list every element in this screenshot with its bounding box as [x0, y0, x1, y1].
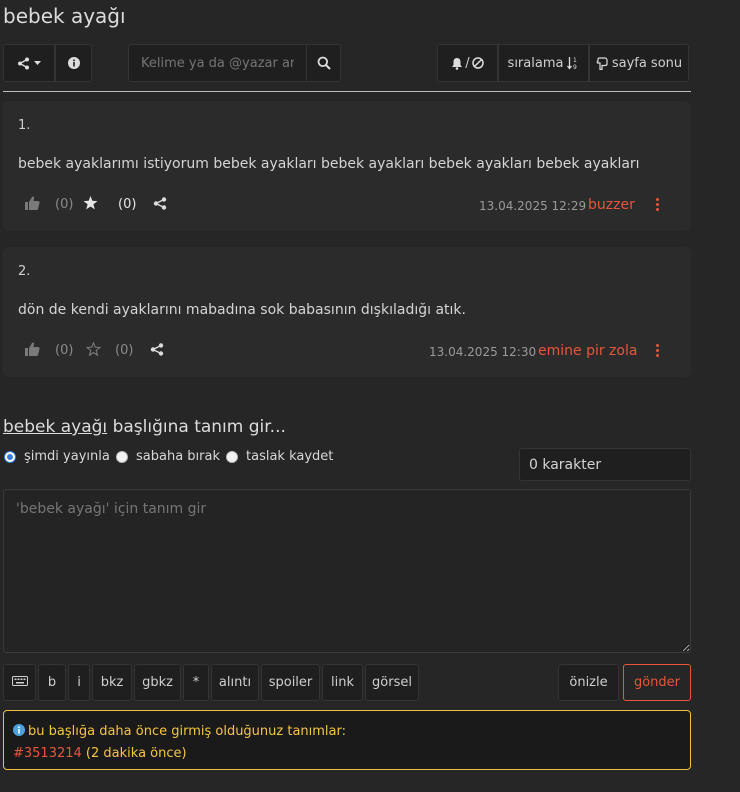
page-end-button[interactable]: sayfa sonu: [589, 44, 689, 82]
quote-button[interactable]: alıntı: [211, 664, 259, 701]
spoiler-button[interactable]: spoiler: [261, 664, 320, 701]
entry-card: 2. dön de kendi ayaklarını mabadına sok …: [3, 247, 691, 377]
upvote-count: (0): [55, 197, 74, 212]
notice-line: bu başlığa daha önce girmiş olduğunuz ta…: [13, 721, 681, 743]
sort-button[interactable]: sıralama 19: [498, 44, 589, 82]
compose-topic-link[interactable]: bebek ayağı: [3, 417, 107, 437]
asterisk-button[interactable]: *: [183, 664, 209, 701]
bold-button[interactable]: b: [38, 664, 66, 701]
share-icon[interactable]: [153, 197, 167, 214]
preview-button[interactable]: önizle: [558, 664, 619, 701]
notify-label: /: [465, 55, 470, 71]
favorite-count[interactable]: (0): [118, 197, 136, 212]
entry-author[interactable]: buzzer: [588, 197, 635, 213]
svg-text:9: 9: [573, 64, 577, 70]
info-icon: [67, 57, 80, 69]
info-button[interactable]: [55, 44, 92, 82]
previous-entry-link[interactable]: #3513214: [13, 746, 82, 761]
caret-down-icon: [34, 60, 41, 66]
char-counter: 0 karakter: [519, 448, 691, 481]
entry-card: 1. bebek ayaklarımı istiyorum bebek ayak…: [3, 101, 691, 231]
page-end-label: sayfa sonu: [611, 55, 683, 71]
entry-text: dön de kendi ayaklarını mabadına sok bab…: [18, 302, 466, 318]
radio-label: sabaha bırak: [136, 449, 220, 464]
bell-icon: [451, 57, 463, 70]
previous-entries-notice: bu başlığa daha önce girmiş olduğunuz ta…: [3, 710, 691, 770]
notify-toggle-button[interactable]: /: [437, 44, 498, 82]
search-button[interactable]: [306, 44, 341, 82]
keyboard-button[interactable]: [3, 664, 36, 701]
thumbs-up-icon[interactable]: [25, 196, 40, 214]
entry-date[interactable]: 13.04.2025 12:30: [429, 345, 536, 359]
compose-heading: bebek ayağı başlığına tanım gir...: [3, 417, 286, 437]
compose-heading-text: başlığına tanım gir...: [107, 417, 286, 437]
sort-label: sıralama: [507, 55, 564, 71]
favorite-count[interactable]: (0): [115, 343, 133, 358]
previous-entry-time: (2 dakika önce): [81, 746, 187, 761]
share-icon: [17, 57, 30, 70]
notice-entry-line: #3513214 (2 dakika önce): [13, 743, 681, 764]
italic-button[interactable]: i: [68, 664, 90, 701]
gbkz-button[interactable]: gbkz: [134, 664, 181, 701]
sort-numeric-icon: 19: [567, 56, 579, 70]
ban-icon: [471, 57, 484, 69]
radio-save-tomorrow[interactable]: sabaha bırak: [116, 449, 220, 464]
entry-menu-icon[interactable]: [656, 344, 660, 359]
search-icon: [317, 56, 331, 70]
entry-number: 1.: [18, 118, 31, 133]
svg-text:1: 1: [573, 57, 577, 64]
radio-checked-icon[interactable]: [4, 450, 16, 463]
star-icon[interactable]: [83, 196, 98, 214]
info-icon: [13, 722, 25, 743]
radio-unchecked-icon[interactable]: [226, 450, 238, 463]
thumbs-up-icon[interactable]: [25, 342, 40, 360]
radio-publish-now[interactable]: şimdi yayınla: [4, 449, 110, 464]
hand-point-down-icon: [596, 56, 608, 70]
notice-text: bu başlığa daha önce girmiş olduğunuz ta…: [28, 724, 347, 739]
entry-menu-icon[interactable]: [656, 198, 660, 213]
entry-date[interactable]: 13.04.2025 12:29: [479, 199, 586, 213]
link-button[interactable]: link: [322, 664, 363, 701]
entry-author[interactable]: emine pir zola: [538, 343, 637, 359]
entry-number: 2.: [18, 264, 31, 279]
radio-unchecked-icon[interactable]: [116, 450, 128, 463]
star-outline-icon[interactable]: [85, 341, 102, 360]
keyboard-icon: [11, 675, 28, 690]
radio-save-draft[interactable]: taslak kaydet: [226, 449, 333, 464]
upvote-count: (0): [55, 343, 74, 358]
search-input[interactable]: [128, 44, 306, 82]
share-icon[interactable]: [150, 343, 164, 360]
divider: [3, 91, 691, 92]
entry-text: bebek ayaklarımı istiyorum bebek ayaklar…: [18, 156, 640, 172]
radio-label: taslak kaydet: [246, 449, 334, 464]
bkz-button[interactable]: bkz: [92, 664, 132, 701]
page-title: bebek ayağı: [3, 4, 126, 28]
image-button[interactable]: görsel: [365, 664, 419, 701]
send-button[interactable]: gönder: [623, 664, 691, 701]
share-menu-button[interactable]: [3, 44, 55, 82]
radio-label: şimdi yayınla: [24, 449, 110, 464]
entry-textarea[interactable]: [3, 489, 691, 653]
